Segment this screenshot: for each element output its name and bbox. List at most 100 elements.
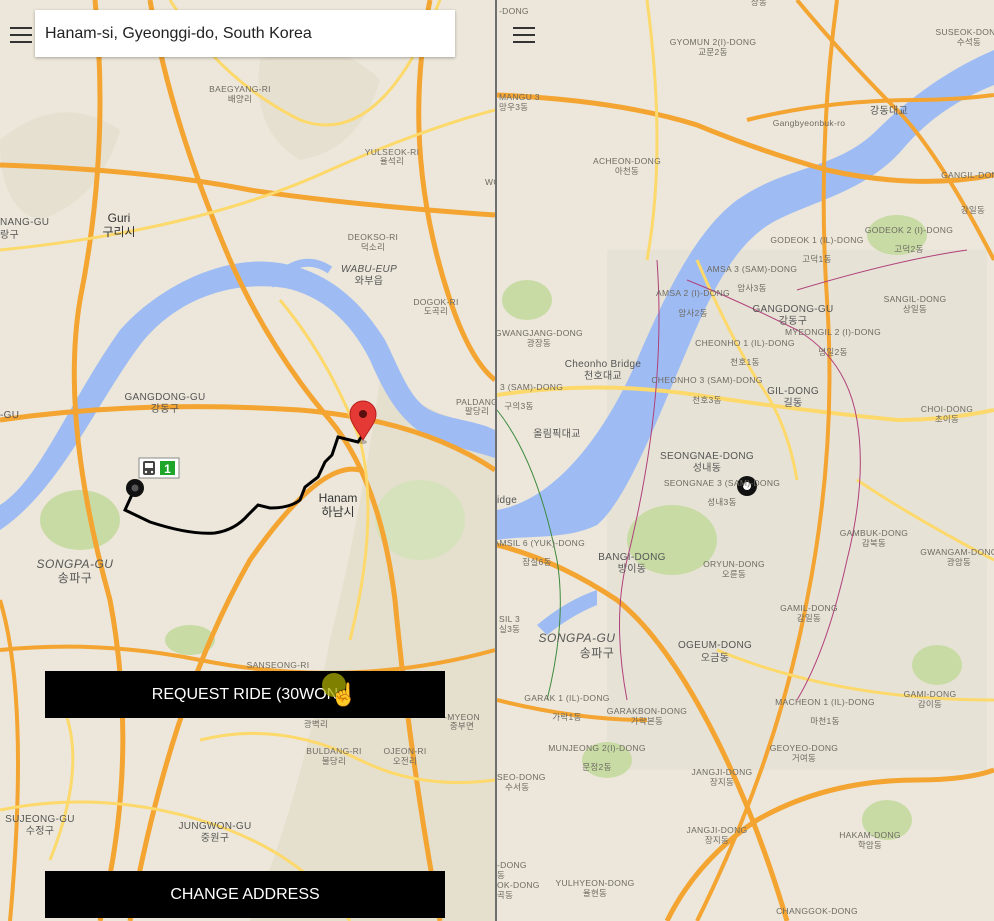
change-address-label: CHANGE ADDRESS <box>170 885 320 903</box>
myeongil2-ko-label: 명일2동 <box>818 347 847 357</box>
hand-cursor-icon: ☝ <box>330 682 358 707</box>
amsa2-label: AMSA 2 (I)-DONG <box>656 288 730 298</box>
sanseong-label: SANSEONG-RI <box>247 660 310 670</box>
sujeong-label: SUJEONG-GU <box>5 814 75 825</box>
right-hamburger-icon[interactable] <box>513 27 535 43</box>
ang-gu-label: NANG-GU <box>0 217 49 228</box>
paldang-ko-label: 팔당리 <box>465 406 489 416</box>
gyomun-ko-label: 교문2동 <box>698 47 727 57</box>
yulhyeon-label: YULHYEON-DONG <box>556 878 635 888</box>
gangdong-ko-label: 강동구 <box>151 403 180 415</box>
gangil-ko-label: 강일동 <box>961 205 985 215</box>
ojeon-ko-label: 오전리 <box>393 756 417 766</box>
bus-icon: 1 <box>138 457 180 479</box>
gildong-ko-label: 길동 <box>784 396 803 409</box>
cheonho1-label: CHEONHO 1 (IL)-DONG <box>695 338 795 348</box>
jungwon-ko-label: 중원구 <box>201 832 230 844</box>
wabu-ko-label: 와부읍 <box>355 275 384 287</box>
ok-dong-ko-label: 곡동 <box>497 890 513 900</box>
songpa-label: SONGPA-GU <box>37 557 114 571</box>
gamil-label: GAMIL-DONG <box>780 603 838 613</box>
search-input-value: Hanam-si, Gyeonggi-do, South Korea <box>45 24 312 42</box>
baegyang-ko-label: 배양리 <box>228 94 252 104</box>
gangdong-bridge-label: 강동대교 <box>870 105 908 117</box>
jamsil6-label: JAMSIL 6 (YUK)-DONG <box>497 538 585 548</box>
request-ride-label: REQUEST RIDE (30WON <box>151 685 339 703</box>
suseo-ko-label: 수서동 <box>505 782 529 792</box>
macheon1-label: MACHEON 1 (IL)-DONG <box>775 697 875 707</box>
garak1-label: GARAK 1 (IL)-DONG <box>524 693 609 703</box>
jangji-ko-label: 장지동 <box>710 777 734 787</box>
origin-dot-icon <box>126 479 144 497</box>
ogeum-label: OGEUM-DONG <box>678 640 752 651</box>
hanam-label: Hanam <box>319 491 358 505</box>
amsa3-label: AMSA 3 (SAM)-DONG <box>707 264 798 274</box>
left-map[interactable]: 1 Guri 구리시 BAEGYANG-RI 배양리 YULSEOK-RI 율석… <box>0 0 495 921</box>
jangji2-label: JANGJI-DONG <box>687 825 748 835</box>
gildong-label: GIL-DONG <box>767 386 819 397</box>
left-hamburger-icon[interactable] <box>10 27 32 43</box>
acheon-ko-label: 아천동 <box>615 166 639 176</box>
gambuk-ko-label: 감북동 <box>862 538 886 548</box>
myeon-ko-label: 중부면 <box>450 721 474 731</box>
top-ko-label: 상동 <box>751 0 767 7</box>
jamsil3-ko-label: 실3동 <box>499 624 520 634</box>
oryun-label: ORYUN-DONG <box>703 559 765 569</box>
godeok1-label: GODEOK 1 (IL)-DONG <box>770 235 863 245</box>
acheon-label: ACHEON-DONG <box>593 156 661 166</box>
oryun-ko-label: 오륜동 <box>722 569 746 579</box>
seongnae3-ko-label: 성내3동 <box>707 497 736 507</box>
wol-label: WOL <box>485 177 495 187</box>
gwangjang-ko-label: 광장동 <box>527 338 551 348</box>
gwang-ko-label: 광벽리 <box>304 719 328 729</box>
dong-fragment-ko-label: 동 <box>497 870 505 880</box>
myeongil2-label: MYEONGIL 2 (I)-DONG <box>785 327 881 337</box>
gu-fragment-label: -GU <box>0 410 19 421</box>
mangu-ko-label: 망우3동 <box>499 102 528 112</box>
hakam-label: HAKAM-DONG <box>839 830 901 840</box>
dong-fragment-label: -DONG <box>497 860 527 870</box>
wabu-label: WABU-EUP <box>341 264 397 275</box>
request-ride-button[interactable]: REQUEST RIDE (30WON <box>45 671 445 718</box>
garakbon-label: GARAKBON-DONG <box>607 706 687 716</box>
cheonho-bridge-ko-label: 천호대교 <box>584 370 622 382</box>
cheonho1-ko-label: 천호1동 <box>730 357 759 367</box>
gwangam-ko-label: 광암동 <box>947 557 971 567</box>
garak1-ko-label: 가락1동 <box>552 712 581 722</box>
amsa2-ko-label: 암사2동 <box>678 308 707 318</box>
munjeong2-ko-label: 문정2동 <box>582 762 611 772</box>
yulseok-ko-label: 율석리 <box>380 156 404 166</box>
change-address-button[interactable]: CHANGE ADDRESS <box>45 871 445 918</box>
sangil-label: SANGIL-DONG <box>884 294 947 304</box>
jamsil3-label: SIL 3 <box>499 614 520 624</box>
suseok-ko-label: 수석동 <box>957 37 981 47</box>
geoyeo-ko-label: 거여동 <box>792 753 816 763</box>
baegyang-label: BAEGYANG-RI <box>209 84 271 94</box>
seongnae-label: SEONGNAE-DONG <box>660 451 754 462</box>
hanam-ko-label: 하남시 <box>321 505 354 519</box>
dogok-ko-label: 도곡리 <box>424 306 448 316</box>
right-map-panel[interactable]: -DONG 상동 GYOMUN 2(I)-DONG 교문2동 SUSEOK-DO… <box>497 0 994 921</box>
munjeong2-label: MUNJEONG 2(I)-DONG <box>548 743 645 753</box>
gangdong-label: GANGDONG-GU <box>124 392 205 403</box>
gangbyeon-road-label: Gangbyeonbuk-ro <box>773 118 846 128</box>
right-map[interactable]: -DONG 상동 GYOMUN 2(I)-DONG 교문2동 SUSEOK-DO… <box>497 0 994 921</box>
search-input[interactable]: Hanam-si, Gyeonggi-do, South Korea <box>35 10 455 57</box>
songpa-gu-ko-label: 송파구 <box>580 646 615 660</box>
cheonho3-label: CHEONHO 3 (SAM)-DONG <box>651 375 762 385</box>
gangdong-gu-label: GANGDONG-GU <box>752 304 833 315</box>
left-map-panel[interactable]: 1 Guri 구리시 BAEGYANG-RI 배양리 YULSEOK-RI 율석… <box>0 0 495 921</box>
sangil-ko-label: 상일동 <box>903 304 927 314</box>
songpa-ko-label: 송파구 <box>58 571 93 585</box>
choi-label: CHOI-DONG <box>921 404 973 414</box>
hakam-ko-label: 학암동 <box>858 840 882 850</box>
jamsil6-ko-label: 잠실6동 <box>522 557 551 567</box>
guui3-ko-label: 구의3동 <box>504 401 533 411</box>
mangu-label: MANGU 3 <box>499 92 540 102</box>
olympic-bridge-label: 올림픽대교 <box>533 428 581 440</box>
godeok1-ko-label: 고덕1동 <box>802 254 831 264</box>
jangji-label: JANGJI-DONG <box>692 767 753 777</box>
guui3-label: GUUI 3 (SAM)-DONG <box>497 382 563 392</box>
ogeum-ko-label: 오금동 <box>701 652 730 664</box>
gambuk-label: GAMBUK-DONG <box>840 528 908 538</box>
